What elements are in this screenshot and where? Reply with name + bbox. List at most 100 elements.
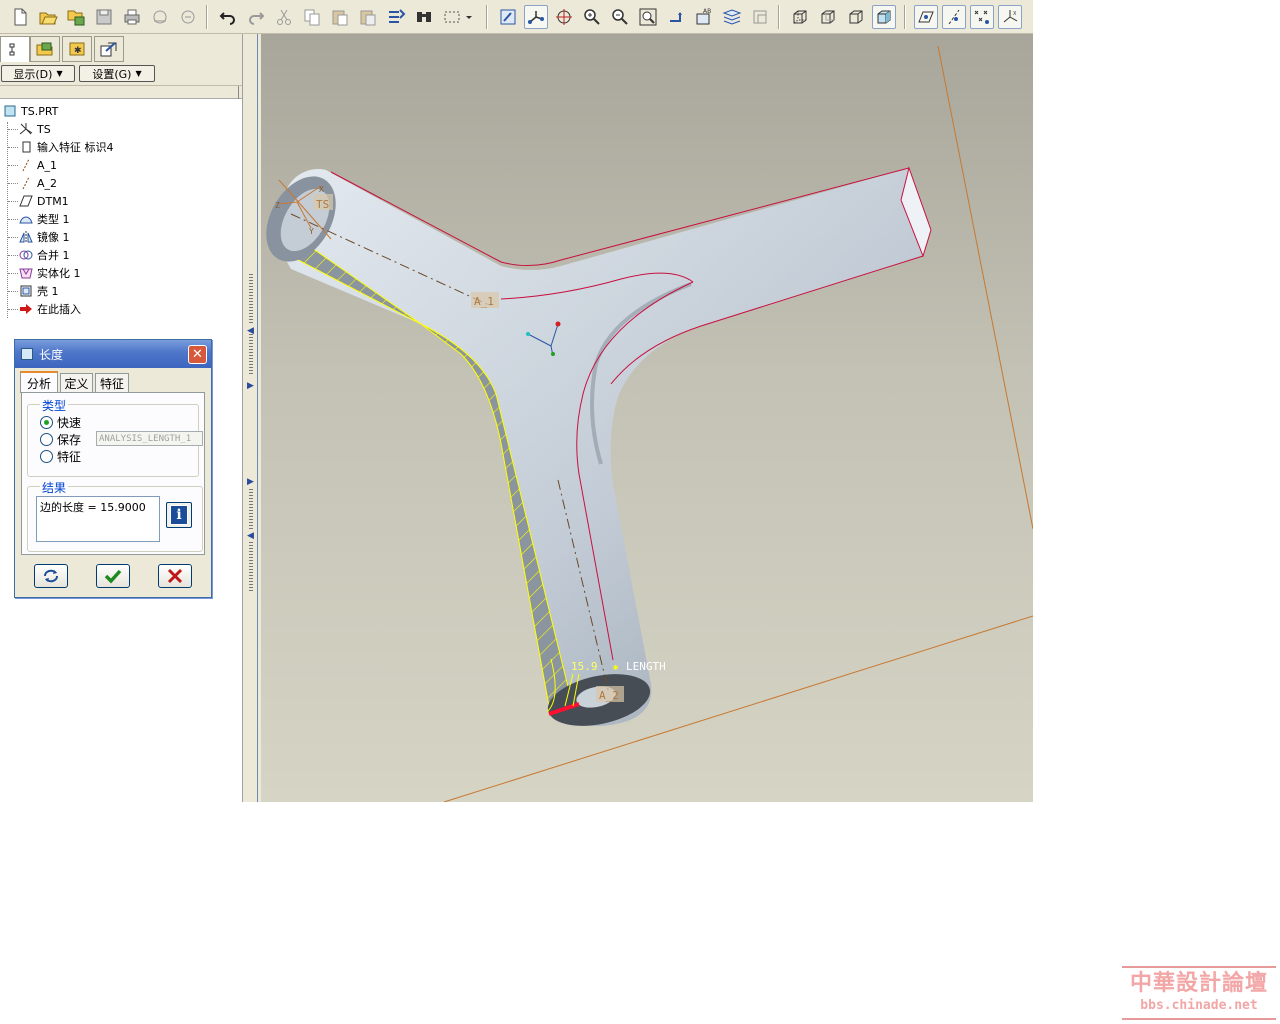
chevron-down-icon[interactable]: [462, 5, 476, 29]
chevron-right-icon[interactable]: ▶: [247, 477, 255, 487]
paste-special-icon[interactable]: [356, 5, 380, 29]
navigator-tabs: ✱: [0, 34, 242, 62]
cancel-button[interactable]: [158, 564, 192, 588]
radio-quick[interactable]: 快速: [40, 414, 81, 430]
no-hidden-icon[interactable]: [844, 5, 868, 29]
datum-axis-icon: [18, 175, 34, 191]
tree-item-shell1[interactable]: 壳 1: [18, 282, 59, 300]
datum-plane-edge[interactable]: [443, 615, 1033, 802]
datum-plane-edge[interactable]: [937, 45, 1033, 530]
length-value-label[interactable]: 15.9: [571, 660, 598, 673]
wireframe-icon[interactable]: [788, 5, 812, 29]
saved-views-icon[interactable]: AB: [692, 5, 716, 29]
tree-item-csys[interactable]: TS: [18, 120, 51, 138]
datum-points-toggle-icon[interactable]: [970, 5, 994, 29]
send-link-icon[interactable]: [176, 5, 200, 29]
model-canvas[interactable]: TS X Y Z A_1 A_2 15.9 ✱ LENGTH: [261, 34, 1033, 802]
tree-guide-line: [7, 122, 8, 318]
hidden-line-icon[interactable]: [816, 5, 840, 29]
tree-item-merge1[interactable]: 合并 1: [18, 246, 70, 264]
chevron-right-icon[interactable]: ▶: [247, 381, 255, 391]
tree-hook: [8, 273, 18, 274]
info-button[interactable]: i: [166, 502, 192, 528]
length-name-label[interactable]: LENGTH: [626, 660, 666, 673]
radio-indicator: [40, 432, 53, 446]
tree-item-dtm1[interactable]: DTM1: [18, 192, 69, 210]
tree-item-insert-here[interactable]: 在此插入: [18, 300, 81, 318]
panel-splitter[interactable]: ◀ ▶ ▶ ◀: [242, 34, 261, 802]
shading-icon[interactable]: [872, 5, 896, 29]
regenerate-icon[interactable]: [384, 5, 408, 29]
result-textbox[interactable]: 边的长度 = 15.9000: [36, 496, 160, 542]
tree-item-axis-a2[interactable]: A_2: [18, 174, 57, 192]
find-icon[interactable]: [412, 5, 436, 29]
redo-icon[interactable]: [244, 5, 268, 29]
csys-toggle-icon[interactable]: X: [998, 5, 1022, 29]
tree-item-mirror1[interactable]: 镜像 1: [18, 228, 70, 246]
tab-label: 分析: [26, 376, 51, 391]
select-box-icon[interactable]: [440, 5, 464, 29]
spin-center-icon[interactable]: [552, 5, 576, 29]
undo-icon[interactable]: [216, 5, 240, 29]
radio-feature[interactable]: 特征: [40, 448, 81, 464]
repeat-analysis-button[interactable]: [34, 564, 68, 588]
print-icon[interactable]: [120, 5, 144, 29]
svg-text:✱: ✱: [74, 46, 82, 56]
analysis-name-input[interactable]: ANALYSIS_LENGTH_1: [96, 431, 203, 446]
refit-icon[interactable]: [636, 5, 660, 29]
send-mail-icon[interactable]: [148, 5, 172, 29]
zoom-out-icon[interactable]: [608, 5, 632, 29]
csys-label[interactable]: TS: [316, 198, 329, 211]
ok-button[interactable]: [96, 564, 130, 588]
cut-icon[interactable]: [272, 5, 296, 29]
axis-a2-label[interactable]: A_2: [599, 689, 619, 702]
tree-item-import-feature[interactable]: 输入特征 标识4: [18, 138, 114, 156]
tab-favorites[interactable]: ✱: [62, 36, 92, 62]
csys-z-label: Z: [275, 201, 280, 210]
column-divider[interactable]: [238, 86, 239, 99]
radio-label: 保存: [57, 432, 82, 447]
tab-model-tree[interactable]: [0, 36, 30, 62]
graphics-window[interactable]: TS X Y Z A_1 A_2 15.9 ✱ LENGTH: [261, 34, 1033, 802]
new-file-icon[interactable]: [8, 5, 32, 29]
connections-icon: [100, 42, 117, 57]
tab-feature[interactable]: 特征: [95, 373, 129, 392]
axis-a1-label[interactable]: A_1: [474, 295, 494, 308]
view-manager-icon[interactable]: [748, 5, 772, 29]
layers-icon[interactable]: [720, 5, 744, 29]
tree-hook: [8, 291, 18, 292]
save-icon[interactable]: [92, 5, 116, 29]
main-toolbar: AB X: [0, 0, 1033, 34]
model-surface[interactable]: [278, 168, 931, 727]
tree-item-axis-a1[interactable]: A_1: [18, 156, 57, 174]
open-file-icon[interactable]: [36, 5, 60, 29]
y-tube-model[interactable]: [261, 164, 932, 734]
orient-mode-icon[interactable]: [524, 5, 548, 29]
chevron-left-icon[interactable]: ◀: [247, 531, 255, 541]
repaint-icon[interactable]: [496, 5, 520, 29]
datum-plane-icon: [18, 193, 34, 209]
insert-here-arrow-icon: [18, 301, 34, 317]
datum-axes-toggle-icon[interactable]: [942, 5, 966, 29]
settings-menu-button[interactable]: 设置(G) ▼: [79, 65, 155, 82]
paste-icon[interactable]: [328, 5, 352, 29]
zoom-in-icon[interactable]: [580, 5, 604, 29]
navigator-button-bar: 显示(D) ▼ 设置(G) ▼: [0, 62, 242, 86]
dialog-titlebar[interactable]: 长度: [15, 340, 211, 368]
open-session-icon[interactable]: [64, 5, 88, 29]
copy-icon[interactable]: [300, 5, 324, 29]
tree-item-solidify1[interactable]: 实体化 1: [18, 264, 81, 282]
tree-item-type1[interactable]: 类型 1: [18, 210, 70, 228]
close-button[interactable]: ✕: [188, 345, 207, 364]
tab-analysis[interactable]: 分析: [20, 371, 58, 393]
tree-column-header[interactable]: [0, 86, 242, 99]
tab-connections[interactable]: [94, 36, 124, 62]
reorient-icon[interactable]: [664, 5, 688, 29]
datum-planes-toggle-icon[interactable]: [914, 5, 938, 29]
show-menu-button[interactable]: 显示(D) ▼: [1, 65, 75, 82]
tree-item-root[interactable]: TS.PRT: [2, 102, 58, 120]
tab-definition[interactable]: 定义: [60, 373, 93, 392]
tab-folder-browser[interactable]: [30, 36, 60, 62]
radio-save[interactable]: 保存: [40, 431, 81, 447]
splitter-grip: [249, 334, 253, 374]
